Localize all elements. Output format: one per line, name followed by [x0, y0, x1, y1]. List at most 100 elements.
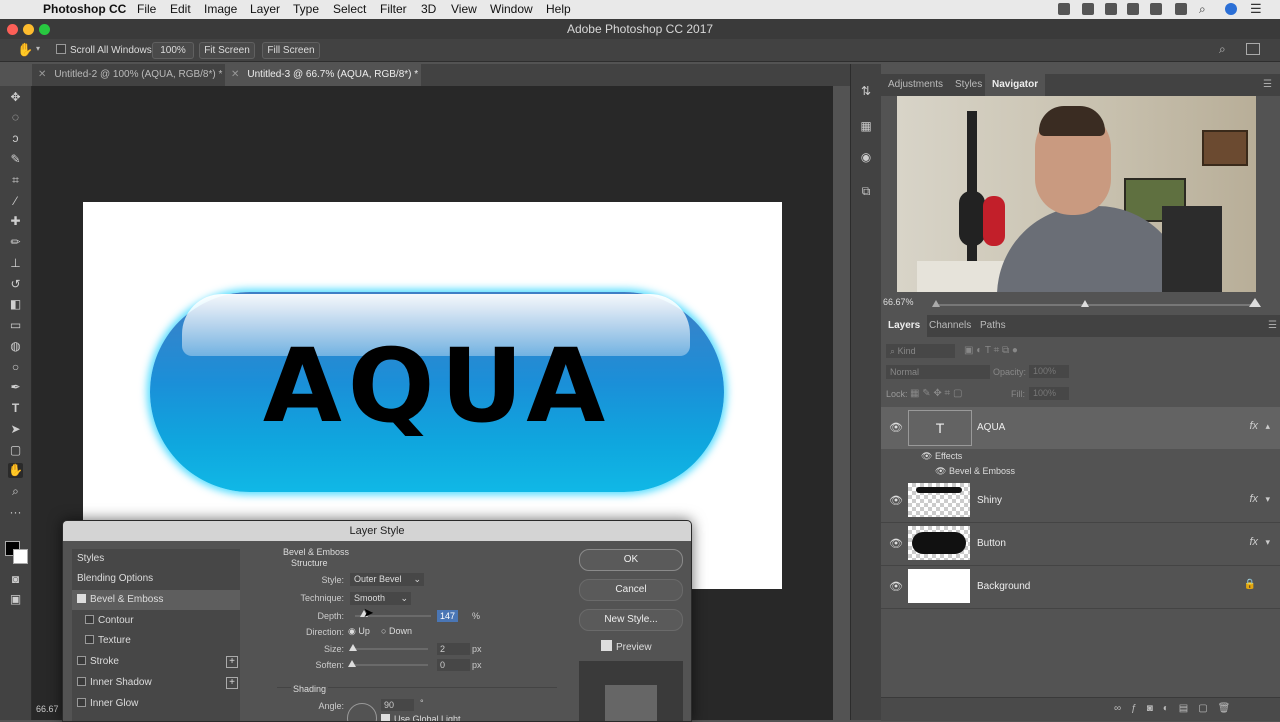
visibility-eye-icon[interactable]: 👁 — [921, 451, 932, 461]
layer-row-button[interactable]: 👁 Button fx ▾ — [881, 523, 1280, 566]
tab-styles[interactable]: Styles — [948, 74, 989, 96]
size-field[interactable]: 2 — [437, 643, 470, 655]
angle-dial[interactable] — [347, 703, 377, 721]
style-item-inner-glow[interactable]: Inner Glow — [72, 694, 240, 714]
direction-up-radio[interactable]: ◉ Up — [348, 626, 370, 637]
navigator-preview[interactable] — [897, 96, 1256, 292]
layer-fx-icon[interactable]: fx — [1249, 420, 1258, 432]
ok-button[interactable]: OK — [579, 549, 683, 571]
layer-row-shiny[interactable]: 👁 Shiny fx ▾ — [881, 480, 1280, 523]
quick-select-tool-icon[interactable]: ✎ — [8, 152, 23, 167]
path-selection-tool-icon[interactable]: ➤ — [8, 422, 23, 437]
tab-adjustments[interactable]: Adjustments — [881, 74, 950, 96]
checkbox-icon[interactable] — [77, 594, 86, 603]
type-tool-icon[interactable]: T — [8, 401, 23, 416]
checkbox-icon[interactable] — [85, 615, 94, 624]
fill-screen-button[interactable]: Fill Screen — [262, 42, 320, 59]
libraries-panel-icon[interactable]: ⧉ — [859, 184, 873, 198]
zoom-in-icon[interactable] — [1249, 298, 1261, 307]
add-effect-icon[interactable]: + — [226, 677, 238, 689]
bevel-style-select[interactable]: Outer Bevel ⌄ — [350, 573, 424, 586]
depth-field[interactable]: 147 — [437, 610, 458, 622]
dodge-tool-icon[interactable]: ○ — [8, 360, 23, 375]
soften-slider[interactable] — [350, 664, 428, 666]
layer-row-aqua[interactable]: 👁 T AQUA fx ▴ — [881, 407, 1280, 450]
add-effect-icon[interactable]: + — [226, 656, 238, 668]
move-tool-icon[interactable]: ✥ — [8, 90, 23, 105]
tab-channels[interactable]: Channels — [922, 315, 978, 337]
style-item-bevel-emboss[interactable]: Bevel & Emboss — [72, 590, 240, 610]
scroll-all-windows-checkbox[interactable]: Scroll All Windows — [56, 44, 152, 56]
zoom-tool-icon[interactable]: ⌕ — [8, 484, 23, 499]
visibility-eye-icon[interactable]: 👁 — [935, 466, 946, 476]
spotlight-search-icon[interactable]: ⌕ — [1199, 2, 1206, 17]
tray-app-icon[interactable] — [1105, 3, 1117, 15]
gradient-tool-icon[interactable]: ▭ — [8, 318, 23, 333]
menu-image[interactable]: Image — [204, 2, 237, 16]
tab-layers[interactable]: Layers — [881, 315, 928, 337]
preview-checkbox[interactable]: Preview — [601, 640, 652, 653]
menu-app-name[interactable]: Photoshop CC — [43, 2, 126, 16]
panel-menu-icon[interactable]: ☰ — [1268, 320, 1277, 331]
opacity-field[interactable]: 100% — [1029, 365, 1069, 378]
menu-help[interactable]: Help — [546, 2, 571, 16]
tab-navigator[interactable]: Navigator — [985, 74, 1046, 96]
checkbox-icon[interactable] — [77, 677, 86, 686]
layer-fx-icon[interactable]: fx — [1249, 536, 1258, 548]
effects-row[interactable]: 👁 Effects — [921, 451, 962, 462]
eyedropper-tool-icon[interactable]: ⁄ — [8, 194, 23, 209]
hand-tool-icon[interactable]: ✋ — [8, 463, 23, 478]
filter-kind-select[interactable]: ⌕ Kind — [886, 344, 955, 358]
stamp-tool-icon[interactable]: ⊥ — [8, 256, 23, 271]
layer-name[interactable]: AQUA — [977, 422, 1005, 433]
zoom-window-icon[interactable] — [39, 24, 50, 35]
visibility-eye-icon[interactable]: 👁 — [889, 421, 903, 434]
pen-tool-icon[interactable]: ✒ — [8, 380, 23, 395]
bevel-effect-row[interactable]: 👁 Bevel & Emboss — [935, 466, 1015, 477]
tray-app-icon[interactable] — [1127, 3, 1139, 15]
lock-icons-row[interactable]: ▦ ✎ ✥ ⌗ ▢ — [910, 388, 962, 399]
tab-untitled-2[interactable]: ✕ Untitled-2 @ 100% (AQUA, RGB/8*) * — [32, 64, 226, 86]
style-item-inner-shadow[interactable]: Inner Shadow + — [72, 673, 240, 693]
history-panel-icon[interactable]: ⇅ — [859, 84, 873, 98]
fill-field[interactable]: 100% — [1029, 387, 1069, 400]
shape-tool-icon[interactable]: ▢ — [8, 443, 23, 458]
lasso-tool-icon[interactable]: ↄ — [8, 131, 23, 146]
visibility-eye-icon[interactable]: 👁 — [889, 537, 903, 550]
healing-brush-tool-icon[interactable]: ✚ — [8, 214, 23, 229]
direction-down-radio[interactable]: ○ Down — [381, 626, 412, 636]
chevron-down-icon[interactable]: ▾ — [1265, 494, 1270, 505]
wifi-icon[interactable] — [1150, 3, 1162, 15]
size-slider-knob[interactable] — [349, 644, 357, 651]
menu-type[interactable]: Type — [293, 2, 319, 16]
menu-file[interactable]: File — [137, 2, 156, 16]
layer-fx-icon[interactable]: fx — [1249, 493, 1258, 505]
tab-untitled-3[interactable]: ✕ Untitled-3 @ 66.7% (AQUA, RGB/8*) * — [225, 64, 421, 86]
soften-field[interactable]: 0 — [437, 659, 470, 671]
marquee-tool-icon[interactable]: ◌ — [8, 110, 23, 125]
checkbox-icon[interactable] — [77, 698, 86, 707]
chevron-down-icon[interactable]: ▾ — [1265, 537, 1270, 548]
chevron-up-icon[interactable]: ▴ — [1265, 421, 1270, 432]
soften-slider-knob[interactable] — [348, 660, 356, 667]
eraser-tool-icon[interactable]: ◧ — [8, 297, 23, 312]
zoom-out-icon[interactable] — [932, 300, 940, 307]
new-style-button[interactable]: New Style... — [579, 609, 683, 631]
background-color-swatch[interactable] — [13, 549, 28, 564]
layer-name[interactable]: Button — [977, 538, 1006, 549]
panel-menu-icon[interactable]: ☰ — [1263, 79, 1272, 90]
style-item-texture[interactable]: Texture — [72, 631, 240, 651]
chevron-down-icon[interactable]: ▾ — [36, 44, 40, 53]
technique-select[interactable]: Smooth ⌄ — [350, 592, 411, 605]
menu-view[interactable]: View — [451, 2, 477, 16]
blur-tool-icon[interactable]: ◍ — [8, 339, 23, 354]
checkbox-icon[interactable] — [77, 656, 86, 665]
layer-row-background[interactable]: 👁 Background 🔒 — [881, 566, 1280, 609]
menu-select[interactable]: Select — [333, 2, 366, 16]
lock-icon[interactable]: 🔒 — [1244, 579, 1256, 590]
angle-field[interactable]: 90 — [381, 699, 414, 711]
menu-filter[interactable]: Filter — [380, 2, 407, 16]
close-window-icon[interactable] — [7, 24, 18, 35]
close-tab-icon[interactable]: ✕ — [38, 69, 46, 80]
brush-tool-icon[interactable]: ✏ — [8, 235, 23, 250]
